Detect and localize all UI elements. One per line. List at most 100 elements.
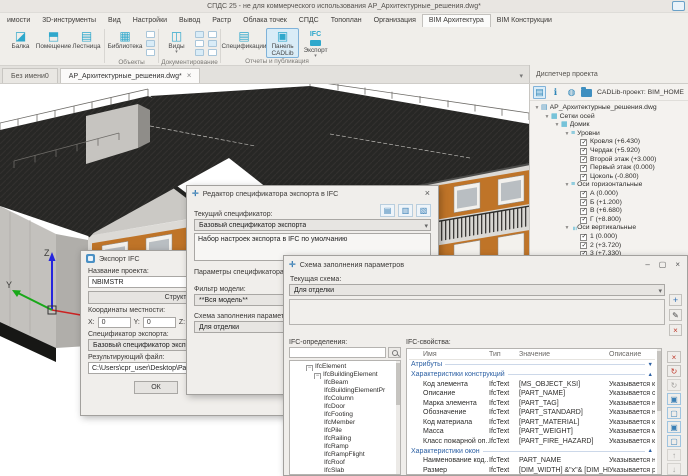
ribbon-tab[interactable]: СПДС [293,15,325,27]
edit-row-button[interactable]: ▣ [667,421,681,433]
ifc-def-node[interactable]: IfcSlab [292,467,400,475]
tree-item-level[interactable]: Цоколь (-0.800) [530,173,688,182]
tree-item-levels[interactable]: ▼≡Уровни [530,130,688,139]
tree-item-axis[interactable]: В (+6.680) [530,207,688,216]
chevron-down-icon[interactable]: ▼ [648,362,655,368]
ribbon-tab[interactable]: BIM Конструкции [491,15,558,27]
move-up-button[interactable]: ↑ [667,449,681,461]
chevron-down-icon[interactable]: ▼ [533,104,541,113]
tree-item-axis[interactable]: Б (+1.200) [530,199,688,208]
ifc-properties-table[interactable]: Имя Тип Значение Описание Атрибуты▼ Хара… [406,348,662,475]
ifc-definitions-tree[interactable]: −IfcElement −IfcBuildingElement IfcBeam … [289,360,401,475]
table-row[interactable]: Размер IfcText [DIM_WIDTH] &"x"& [DIM_HE… [409,466,655,476]
ribbon-tab[interactable]: 3D-инструменты [36,15,102,27]
collapse-box-icon[interactable]: − [314,373,321,379]
specifications-button[interactable]: ▤Спецификации [222,28,266,50]
checkbox-checked[interactable] [580,234,587,241]
small-icon-button[interactable] [146,49,155,56]
dialog-titlebar[interactable]: ✛ Схема заполнения параметров – ▢ × [284,256,687,272]
chevron-up-icon[interactable]: ▲ [648,372,655,378]
checkbox-checked[interactable] [580,139,587,146]
copy-specifier-button[interactable]: ▥ [398,204,413,217]
checkbox-checked[interactable] [580,174,587,181]
checkbox-checked[interactable] [580,208,587,215]
tree-item-axis[interactable]: А (0.000) [530,190,688,199]
folder-icon[interactable] [581,89,592,97]
ribbon-tab[interactable]: Топоплан [325,15,368,27]
room-button[interactable]: ⬒Помещение [37,28,70,50]
ifc-def-node[interactable]: IfcFooting [292,411,400,419]
delete-specifier-button[interactable]: ▧ [416,204,431,217]
tree-item-drawing[interactable]: ▼▤AP_Архитектурные_решения.dwg [530,104,688,113]
ifc-def-node[interactable]: IfcPile [292,427,400,435]
small-icon-button[interactable] [195,40,204,47]
minimize-icon[interactable]: – [645,260,649,269]
scrollbar[interactable] [396,361,400,474]
delete-scheme-button[interactable]: × [669,324,682,336]
refresh-button[interactable]: ↻ [667,379,681,391]
ribbon-tab[interactable]: Растр [206,15,237,27]
tree-item-level[interactable]: Первый этаж (0.000) [530,164,688,173]
add-group-button[interactable]: ▣ [667,393,681,405]
ifc-def-node[interactable]: IfcRampFlight [292,451,400,459]
defs-search-input[interactable] [289,347,386,358]
chevron-down-icon[interactable]: ▼ [563,130,571,139]
add-row-button[interactable]: ▢ [667,407,681,419]
ifc-def-node[interactable]: IfcMember [292,419,400,427]
ifc-def-node[interactable]: IfcRoof [292,459,400,467]
globe-button[interactable]: ◍ [565,86,578,99]
views-button[interactable]: ◫Виды▾ [160,28,193,54]
dialog-titlebar[interactable]: ✛ Редактор спецификатора экспорта в IFC … [187,186,438,200]
y-input[interactable]: 0 [143,317,176,328]
small-icon-button[interactable] [208,40,217,47]
table-row[interactable]: Класс пожарной оп... IfcText [PART_FIRE_… [409,437,655,447]
tree-item-grids[interactable]: ▼▦Сетки осей [530,113,688,122]
chevron-down-icon[interactable]: ▼ [563,181,571,190]
search-icon[interactable] [388,347,401,358]
chevron-down-icon[interactable]: ▼ [543,113,551,122]
tree-item-horizontal-axes[interactable]: ▼≡Оси горизонтальные [530,181,688,190]
cadlib-panel-button[interactable]: ▣Панель CADLib [266,28,299,58]
ifc-def-node[interactable]: IfcBuildingElementPr [292,387,400,395]
checkbox-checked[interactable] [580,148,587,155]
table-row[interactable]: Наименование код... IfcText PART_NAME Ук… [409,456,655,466]
close-icon[interactable]: × [187,72,192,80]
info-button[interactable]: ℹ [549,86,562,99]
document-tab-untitled[interactable]: Без имени0 [2,68,58,83]
ribbon-tab[interactable]: Организация [368,15,422,27]
edit-scheme-button[interactable]: ✎ [669,309,682,321]
small-icon-button[interactable] [195,49,204,56]
delete-property-button[interactable]: × [667,351,681,363]
close-icon[interactable]: × [422,188,433,198]
checkbox-checked[interactable] [580,199,587,206]
duplicate-row-button[interactable]: ▢ [667,435,681,447]
tree-item-axis[interactable]: 2 (+3.720) [530,242,688,251]
ifc-def-node[interactable]: IfcColumn [292,395,400,403]
reset-property-button[interactable]: ↻ [667,365,681,377]
chevron-down-icon[interactable]: ▼ [553,121,561,130]
tree-item-level[interactable]: Кровля (+6.430) [530,138,688,147]
document-tab-active[interactable]: AP_Архитектурные_решения.dwg*× [60,68,201,83]
section-attributes[interactable]: Атрибуты▼ [409,360,655,370]
section-windows[interactable]: Характеристики окон▲ [409,446,655,456]
table-row[interactable]: Описание IfcText [PART_NAME] Указывается… [409,389,655,399]
ifc-def-node[interactable]: IfcDoor [292,403,400,411]
section-constructions[interactable]: Характеристики конструкций▲ [409,370,655,380]
add-scheme-button[interactable]: + [669,294,682,306]
stair-button[interactable]: ▤Лестница [70,28,103,50]
tree-item-vertical-axes[interactable]: ▼≡Оси вертикальные [530,224,688,233]
small-icon-button[interactable] [146,40,155,47]
ribbon-tab[interactable]: Вид [102,15,127,27]
small-icon-button[interactable] [146,31,155,38]
scrollbar[interactable] [657,349,661,474]
x-input[interactable]: 0 [98,317,131,328]
new-specifier-button[interactable]: ▤ [380,204,395,217]
small-icon-button[interactable] [208,49,217,56]
ifc-def-node[interactable]: −IfcBuildingElement [292,371,400,379]
ifc-def-node[interactable]: IfcRamp [292,443,400,451]
ribbon-tab[interactable]: Настройки [127,15,173,27]
table-row[interactable]: Обозначение IfcText [PART_STANDARD] Указ… [409,408,655,418]
ok-button[interactable]: ОК [134,381,178,394]
maximize-icon[interactable]: ▢ [659,260,667,269]
ribbon-tab[interactable]: Вывод [173,15,206,27]
